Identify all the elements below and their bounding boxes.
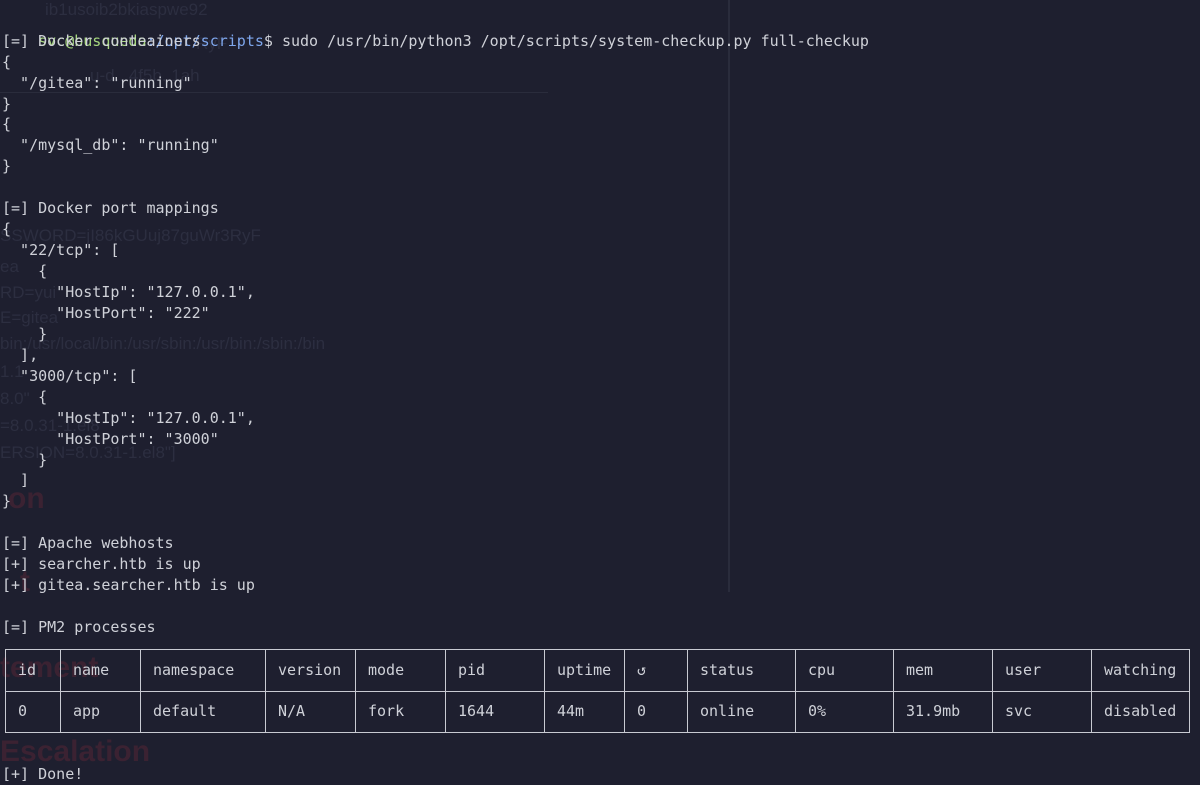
column-header-watching: watching xyxy=(1104,661,1177,679)
output-line: [=] PM2 processes xyxy=(2,618,156,636)
output-line: } xyxy=(2,492,12,510)
cell-restarts: 0 xyxy=(625,691,688,732)
output-line: "3000/tcp": [ xyxy=(2,367,138,385)
cell-pid: 1644 xyxy=(446,691,545,732)
table-row: 0 app default N/A fork 1644 44m 0 online… xyxy=(6,691,1189,732)
cell-namespace: default xyxy=(141,691,266,732)
output-line: "HostPort": "222" xyxy=(2,304,210,322)
output-line: "22/tcp": [ xyxy=(2,241,120,259)
output-line: "HostPort": "3000" xyxy=(2,430,219,448)
column-header-id: id xyxy=(6,650,61,691)
cell-mode: fork xyxy=(356,691,446,732)
column-header-user: user xyxy=(993,650,1092,691)
column-header-uptime: uptime xyxy=(545,650,625,691)
output-line: } xyxy=(2,157,12,175)
output-line: { xyxy=(2,53,12,71)
cell-uptime: 44m xyxy=(545,691,625,732)
output-line: } xyxy=(2,95,12,113)
output-line: "/mysql_db": "running" xyxy=(2,136,219,154)
column-header-namespace: namespace xyxy=(141,650,266,691)
output-line: ], xyxy=(2,346,39,364)
cell-cpu: 0% xyxy=(796,691,894,732)
output-line: { xyxy=(2,220,12,238)
output-line: { xyxy=(2,262,48,280)
output-line: ] xyxy=(2,471,30,489)
cell-user: svc xyxy=(993,691,1092,732)
output-line: [=] Docker port mappings xyxy=(2,199,219,217)
cell-status: online xyxy=(688,691,796,732)
table-header-row: id name namespace version mode pid uptim… xyxy=(6,650,1189,692)
column-header-version: version xyxy=(266,650,356,691)
cell-watching: disabled xyxy=(1104,702,1177,720)
output-line: { xyxy=(2,115,12,133)
prompt-command: $ sudo /usr/bin/python3 /opt/scripts/sys… xyxy=(263,32,869,50)
column-header-status: status xyxy=(688,650,796,691)
output-line: } xyxy=(2,451,48,469)
output-line: "HostIp": "127.0.0.1", xyxy=(2,409,255,427)
done-line: [+] Done! xyxy=(2,765,84,783)
cell-name: app xyxy=(61,691,141,732)
output-line: } xyxy=(2,325,48,343)
output-line: [=] Apache webhosts xyxy=(2,534,174,552)
column-header-cpu: cpu xyxy=(796,650,894,691)
column-header-mem: mem xyxy=(894,650,993,691)
column-header-mode: mode xyxy=(356,650,446,691)
pm2-process-table: id name namespace version mode pid uptim… xyxy=(5,649,1190,733)
column-header-restarts-icon: ↺ xyxy=(625,650,688,691)
output-line: [=] Docker conteainers xyxy=(2,32,201,50)
column-header-name: name xyxy=(61,650,141,691)
ghost-divider xyxy=(728,0,730,592)
cell-mem: 31.9mb xyxy=(894,691,993,732)
column-header-pid: pid xyxy=(446,650,545,691)
cell-id: 0 xyxy=(6,691,61,732)
output-line: { xyxy=(2,388,48,406)
shell-prompt-line[interactable]: svc@busqueda:/opt/scripts$ sudo /usr/bin… xyxy=(2,10,869,50)
output-line: "/gitea": "running" xyxy=(2,74,192,92)
output-line: "HostIp": "127.0.0.1", xyxy=(2,283,255,301)
terminal-window[interactable]: ib1usoib2bkiaspwe92 RyF u-d...4f5b..1ah … xyxy=(0,0,1200,785)
cell-version: N/A xyxy=(266,691,356,732)
output-line: [+] gitea.searcher.htb is up xyxy=(2,576,255,594)
ghost-text: bin:/usr/local/bin:/usr/sbin:/usr/bin:/s… xyxy=(0,334,326,353)
output-line: [+] searcher.htb is up xyxy=(2,555,201,573)
